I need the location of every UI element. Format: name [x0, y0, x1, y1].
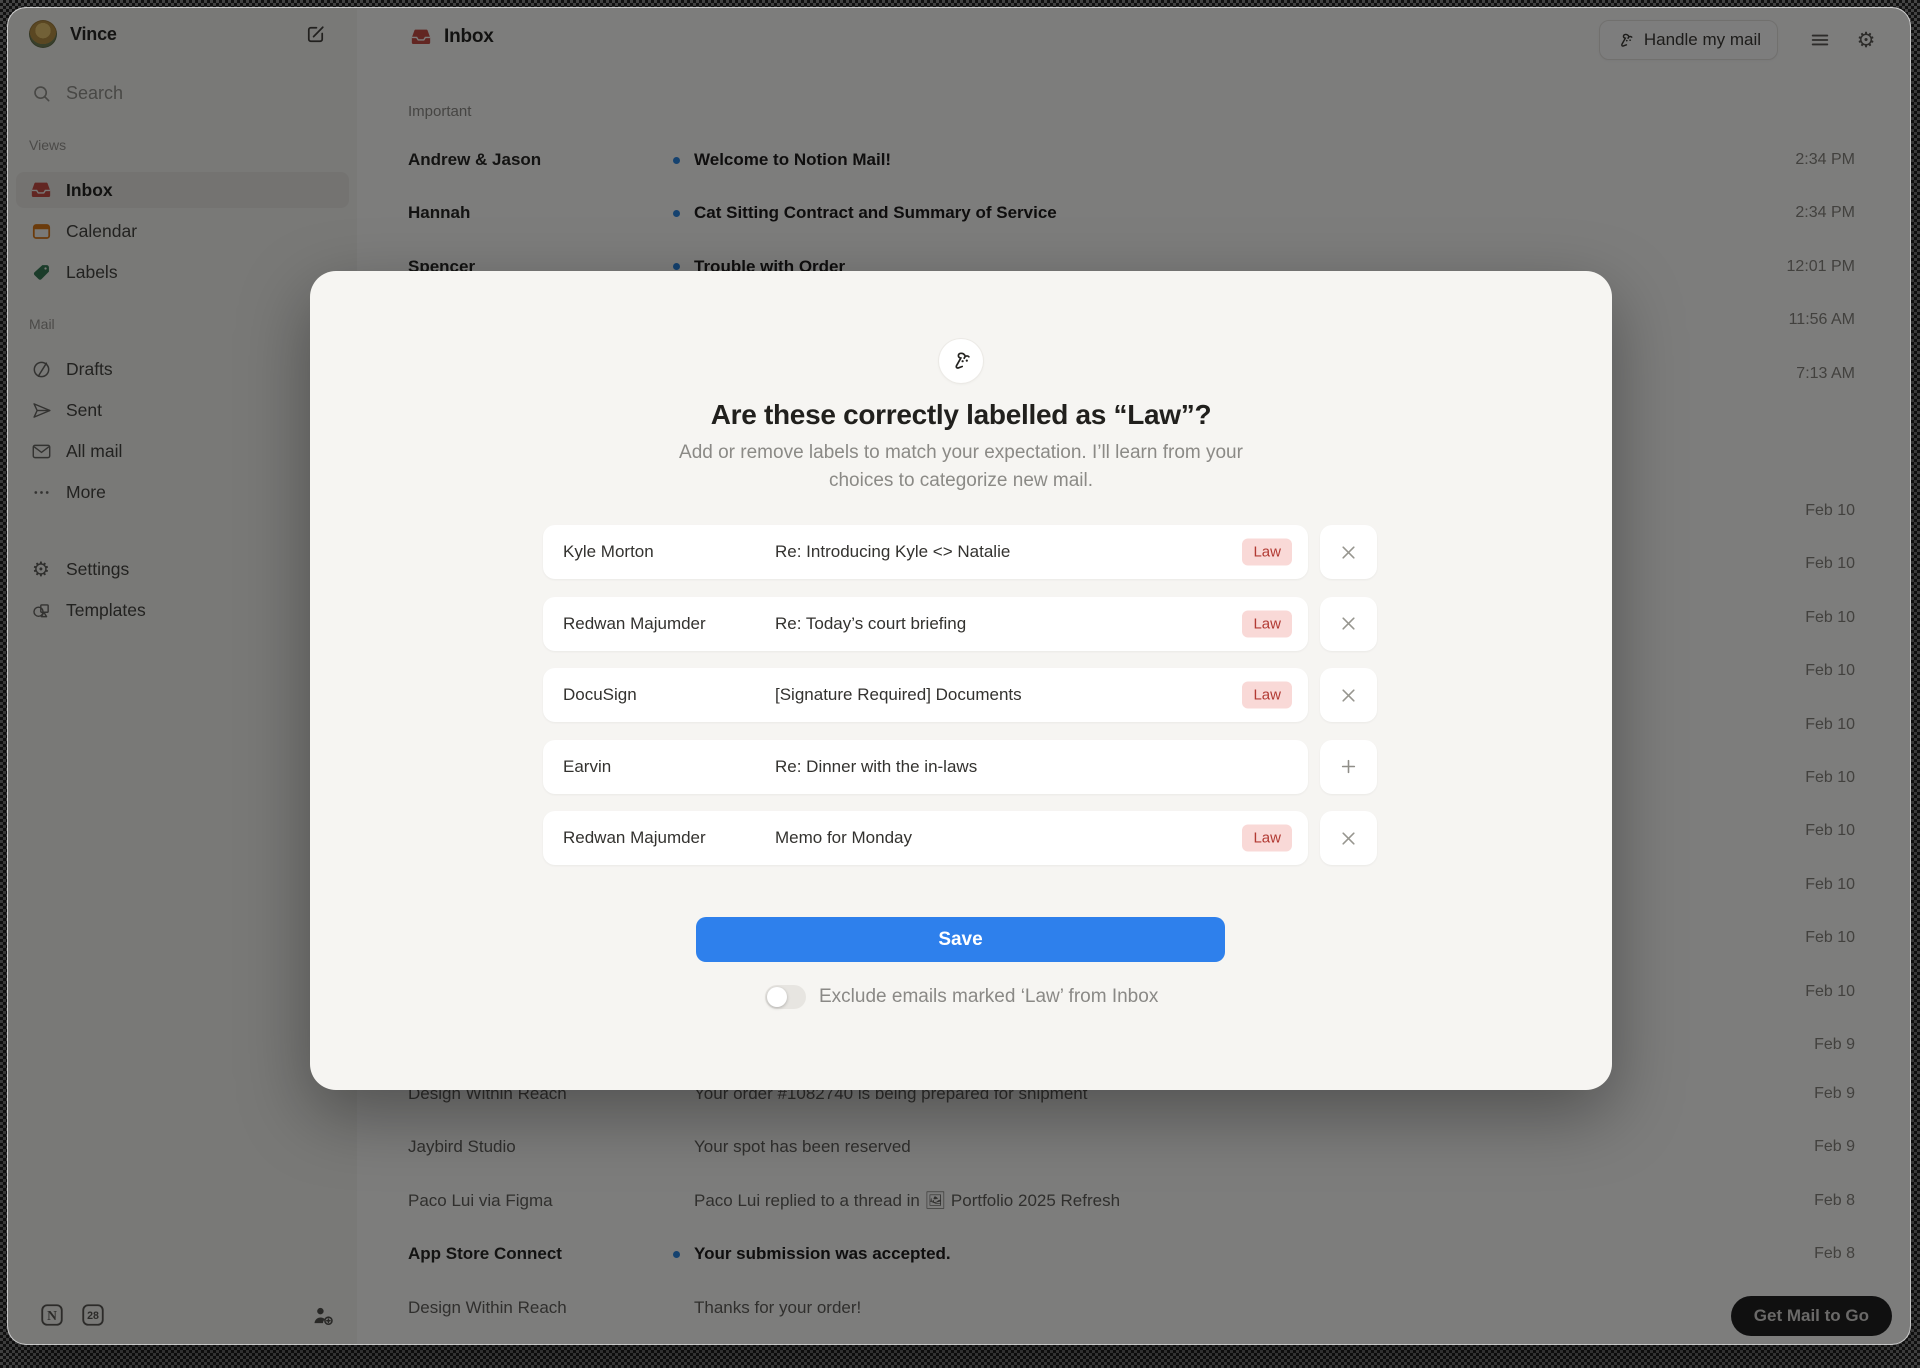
email-subject: [Signature Required] Documents	[775, 685, 1205, 705]
exclude-toggle-label: Exclude emails marked ‘Law’ from Inbox	[819, 986, 1158, 1008]
label-confirmation-dialog: Are these correctly labelled as “Law”? A…	[310, 271, 1612, 1090]
dialog-subtitle: Add or remove labels to match your expec…	[671, 439, 1251, 494]
x-icon	[1340, 687, 1357, 704]
modal-email-row[interactable]: DocuSign [Signature Required] Documents La…	[543, 668, 1308, 722]
email-subject: Re: Today’s court briefing	[775, 614, 1205, 634]
email-subject: Re: Dinner with the in-laws	[775, 757, 1205, 777]
toggle-knob	[767, 987, 787, 1007]
remove-label-button[interactable]	[1320, 525, 1377, 579]
save-button[interactable]: Save	[696, 917, 1225, 962]
modal-email-row[interactable]: Earvin Re: Dinner with the in-laws	[543, 740, 1308, 794]
remove-label-button[interactable]	[1320, 811, 1377, 865]
add-label-button[interactable]	[1320, 740, 1377, 794]
modal-email-row[interactable]: Redwan Majumder Memo for Monday Law	[543, 811, 1308, 865]
law-label-badge: Law	[1242, 682, 1292, 709]
remove-label-button[interactable]	[1320, 668, 1377, 722]
law-label-badge: Law	[1242, 610, 1292, 637]
email-subject: Memo for Monday	[775, 828, 1205, 848]
dialog-title: Are these correctly labelled as “Law”?	[310, 399, 1612, 431]
app-window: Vince Search ViewsInboxCalendarLabelsMai…	[8, 8, 1910, 1344]
exclude-toggle[interactable]	[765, 985, 806, 1009]
plus-icon	[1340, 758, 1357, 775]
x-icon	[1340, 830, 1357, 847]
email-sender: Kyle Morton	[563, 542, 758, 562]
email-sender: Earvin	[563, 757, 758, 777]
law-label-badge: Law	[1242, 539, 1292, 566]
exclude-toggle-row: Exclude emails marked ‘Law’ from Inbox	[310, 983, 1612, 1011]
x-icon	[1340, 544, 1357, 561]
x-icon	[1340, 615, 1357, 632]
modal-email-row[interactable]: Redwan Majumder Re: Today’s court briefin…	[543, 597, 1308, 651]
law-label-badge: Law	[1242, 825, 1292, 852]
modal-email-row[interactable]: Kyle Morton Re: Introducing Kyle <> Natal…	[543, 525, 1308, 579]
email-sender: Redwan Majumder	[563, 828, 758, 848]
email-subject: Re: Introducing Kyle <> Natalie	[775, 542, 1205, 562]
remove-label-button[interactable]	[1320, 597, 1377, 651]
lasso-icon	[939, 339, 983, 383]
email-sender: DocuSign	[563, 685, 758, 705]
email-sender: Redwan Majumder	[563, 614, 758, 634]
